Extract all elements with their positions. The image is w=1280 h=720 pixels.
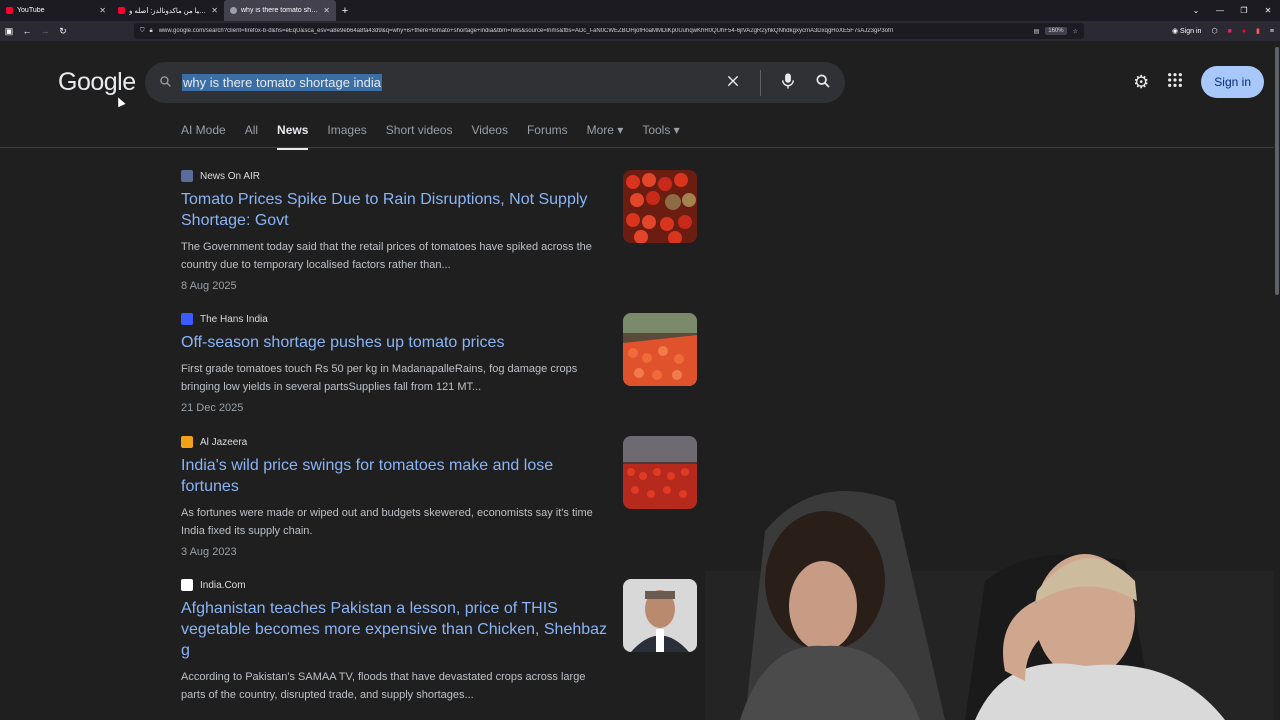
result-title-link[interactable]: India's wild price swings for tomatoes m… bbox=[181, 455, 609, 497]
minimize-icon[interactable]: — bbox=[1208, 6, 1232, 15]
tab-more[interactable]: More ▾ bbox=[587, 123, 624, 150]
scrollbar-thumb[interactable] bbox=[1275, 47, 1279, 295]
extension-youtube-icon[interactable]: ● bbox=[1242, 28, 1246, 35]
browser-tab-youtube[interactable]: YouTube ✕ bbox=[0, 0, 112, 21]
hans-india-favicon-icon bbox=[181, 313, 193, 325]
close-tab-icon[interactable]: ✕ bbox=[99, 6, 106, 15]
search-tabs: AI Mode All News Images Short videos Vid… bbox=[181, 123, 680, 150]
tab-forums[interactable]: Forums bbox=[527, 123, 568, 150]
clear-icon[interactable] bbox=[726, 74, 740, 92]
extensions-icon[interactable]: ⬡ bbox=[1211, 27, 1217, 35]
result-thumbnail[interactable] bbox=[623, 313, 697, 386]
sign-in-button[interactable]: Sign in bbox=[1201, 66, 1264, 98]
browser-tab-google-search[interactable]: why is there tomato shortage india ✕ bbox=[224, 0, 336, 21]
account-signin-label: Sign in bbox=[1180, 28, 1202, 35]
youtube-favicon-icon bbox=[118, 7, 125, 14]
tab-title: ماك أرابيا من ماكدونالدز: أصله و... bbox=[129, 7, 208, 15]
new-tab-button[interactable]: + bbox=[336, 5, 354, 17]
close-window-icon[interactable]: ✕ bbox=[1256, 6, 1280, 15]
back-icon[interactable]: ← bbox=[18, 26, 36, 36]
menu-icon[interactable]: ≡ bbox=[1270, 28, 1274, 35]
result-source-name: News On AIR bbox=[200, 170, 261, 182]
news-result: The Hans India Off-season shortage pushe… bbox=[181, 313, 701, 414]
header-divider bbox=[0, 147, 1280, 148]
list-all-tabs-icon[interactable]: ⌄ bbox=[1184, 6, 1208, 15]
result-snippet: The Government today said that the retai… bbox=[181, 241, 592, 271]
address-bar[interactable]: ⛉ 🔒︎ www.google.com/search?client=firefo… bbox=[134, 23, 1084, 39]
browser-tab-bar: YouTube ✕ ماك أرابيا من ماكدونالدز: أصله… bbox=[0, 0, 1280, 21]
search-box-actions bbox=[726, 69, 831, 96]
google-logo[interactable]: Google bbox=[58, 68, 136, 97]
zoom-level[interactable]: 160% bbox=[1045, 27, 1067, 35]
search-input[interactable]: why is there tomato shortage india bbox=[182, 74, 382, 91]
account-signin[interactable]: ◉ Sign in bbox=[1172, 27, 1201, 35]
result-title-link[interactable]: Off-season shortage pushes up tomato pri… bbox=[181, 332, 609, 353]
extension-red-icon[interactable]: ■ bbox=[1228, 28, 1232, 35]
forward-icon[interactable]: → bbox=[36, 26, 54, 36]
result-source-name: Al Jazeera bbox=[200, 436, 248, 448]
divider bbox=[760, 69, 761, 96]
extension-record-icon[interactable]: ▮ bbox=[1256, 27, 1260, 35]
tab-title: YouTube bbox=[17, 7, 45, 14]
al-jazeera-favicon-icon bbox=[181, 436, 193, 448]
news-result: India.Com Afghanistan teaches Pakistan a… bbox=[181, 579, 701, 704]
tab-images[interactable]: Images bbox=[327, 123, 366, 150]
header-actions: ⚙ Sign in bbox=[1133, 66, 1264, 98]
mouse-cursor-icon bbox=[114, 95, 126, 108]
news-result: Al Jazeera India's wild price swings for… bbox=[181, 436, 701, 558]
result-date: 3 Aug 2023 bbox=[181, 546, 237, 558]
close-tab-icon[interactable]: ✕ bbox=[211, 6, 218, 15]
maximize-icon[interactable]: ❐ bbox=[1232, 6, 1256, 15]
tab-all[interactable]: All bbox=[245, 123, 258, 150]
youtube-favicon-icon bbox=[6, 7, 13, 14]
tab-ai-mode[interactable]: AI Mode bbox=[181, 123, 226, 150]
result-thumbnail[interactable] bbox=[623, 579, 697, 652]
india-com-favicon-icon bbox=[181, 579, 193, 591]
result-thumbnail[interactable] bbox=[623, 436, 697, 509]
result-source-name: The Hans India bbox=[200, 313, 268, 325]
result-title-link[interactable]: Tomato Prices Spike Due to Rain Disrupti… bbox=[181, 189, 609, 231]
search-submit-icon[interactable] bbox=[815, 73, 831, 93]
result-source-name: India.Com bbox=[200, 579, 246, 591]
result-snippet: According to Pakistan's SAMAA TV, floods… bbox=[181, 671, 586, 701]
tab-tools[interactable]: Tools ▾ bbox=[642, 123, 679, 150]
google-apps-icon[interactable] bbox=[1167, 72, 1183, 93]
tab-short-videos[interactable]: Short videos bbox=[386, 123, 453, 150]
streamer-webcam-overlay bbox=[705, 471, 1280, 720]
google-results-page: Google why is there tomato shortage indi… bbox=[0, 41, 1280, 720]
tab-news[interactable]: News bbox=[277, 123, 309, 150]
result-snippet: First grade tomatoes touch Rs 50 per kg … bbox=[181, 363, 578, 393]
shield-icon[interactable]: ⛉ bbox=[140, 28, 145, 35]
tab-videos[interactable]: Videos bbox=[471, 123, 507, 150]
news-result: News On AIR Tomato Prices Spike Due to R… bbox=[181, 170, 701, 292]
settings-gear-icon[interactable]: ⚙ bbox=[1133, 72, 1149, 93]
google-favicon-icon bbox=[230, 7, 237, 14]
result-date: 21 Dec 2025 bbox=[181, 402, 244, 414]
search-icon bbox=[159, 75, 177, 91]
page-scrollbar[interactable] bbox=[1274, 41, 1280, 720]
news-on-air-favicon-icon bbox=[181, 170, 193, 182]
result-thumbnail[interactable] bbox=[623, 170, 697, 243]
microphone-icon[interactable] bbox=[781, 72, 795, 94]
close-tab-icon[interactable]: ✕ bbox=[323, 6, 330, 15]
browser-nav-bar: ▣ ← → ↻ ⛉ 🔒︎ www.google.com/search?clien… bbox=[0, 21, 1280, 41]
result-snippet: As fortunes were made or wiped out and b… bbox=[181, 507, 593, 537]
sidebar-icon[interactable]: ▣ bbox=[0, 26, 18, 37]
browser-tab-mcdonalds[interactable]: ماك أرابيا من ماكدونالدز: أصله و... ✕ bbox=[112, 0, 224, 21]
result-date: 8 Aug 2025 bbox=[181, 280, 237, 292]
bookmark-star-icon[interactable]: ☆ bbox=[1073, 28, 1078, 35]
toolbar-right: ◉ Sign in ⬡ ■ ● ▮ ≡ bbox=[1172, 21, 1274, 41]
tab-title: why is there tomato shortage india bbox=[241, 7, 320, 14]
window-controls: ⌄ — ❐ ✕ bbox=[1184, 0, 1280, 21]
reader-view-icon[interactable]: ▤ bbox=[1034, 28, 1040, 35]
url-text[interactable]: www.google.com/search?client=firefox-b-d… bbox=[159, 28, 1034, 34]
lock-icon[interactable]: 🔒︎ bbox=[150, 28, 153, 35]
result-title-link[interactable]: Afghanistan teaches Pakistan a lesson, p… bbox=[181, 598, 609, 661]
reload-icon[interactable]: ↻ bbox=[54, 26, 72, 37]
search-box[interactable]: why is there tomato shortage india bbox=[145, 62, 845, 103]
